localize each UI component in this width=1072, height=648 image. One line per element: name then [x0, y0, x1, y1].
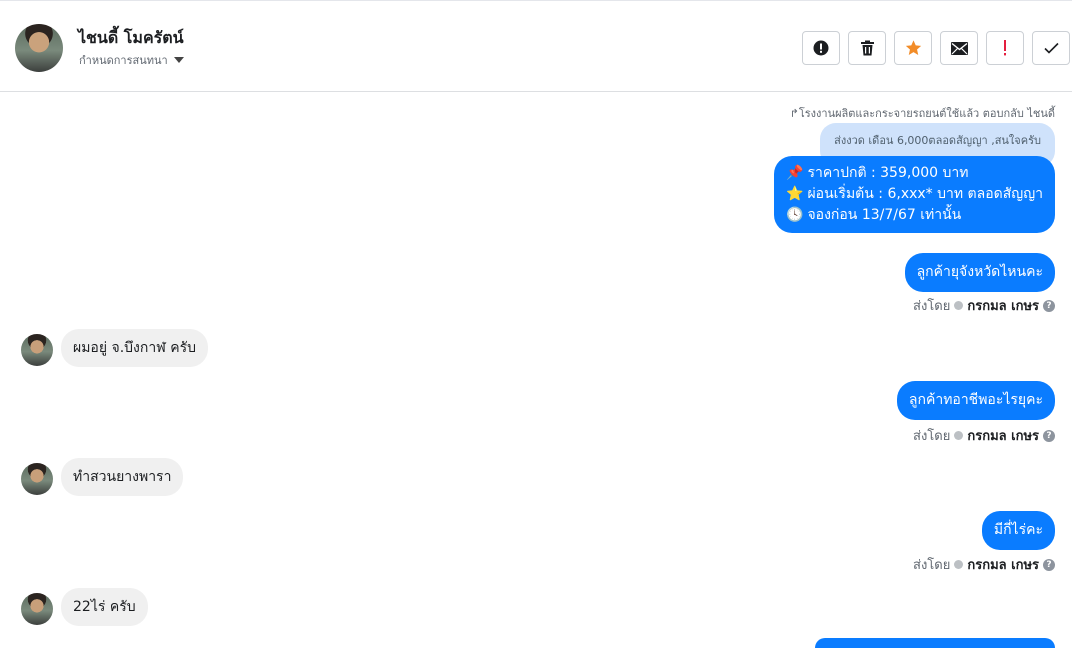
- incoming-message[interactable]: ทำสวนยางพารา: [61, 458, 184, 496]
- contact-avatar-small[interactable]: [21, 334, 53, 366]
- mark-unread-button[interactable]: [940, 31, 978, 65]
- promo-price: ราคาปกติ : 359,000 บาท: [807, 165, 969, 181]
- conversation-settings-label: กำหนดการสนทนา: [79, 54, 168, 67]
- clock-icon: 🕓: [786, 207, 804, 223]
- pushpin-icon: 📌: [786, 165, 804, 181]
- sender-name[interactable]: กรกมล เกษร: [967, 295, 1039, 316]
- outgoing-message[interactable]: มีกี่ไร่คะ: [981, 511, 1055, 550]
- conversation-settings-dropdown[interactable]: กำหนดการสนทนา: [79, 51, 184, 69]
- status-dot-icon: [954, 301, 964, 310]
- promo-installment: ผ่อนเริ่มต้น : 6,xxx* บาท ตลอดสัญญา: [807, 186, 1043, 202]
- outgoing-message[interactable]: ลูกค้าทอาชีพอะไรยุคะ: [896, 381, 1055, 420]
- alert-icon: [813, 40, 829, 56]
- sent-by-prefix: ส่งโดย: [913, 429, 951, 444]
- promo-line: ⭐ ผ่อนเริ่มต้น : 6,xxx* บาท ตลอดสัญญา: [786, 184, 1043, 205]
- sent-by-prefix: ส่งโดย: [913, 299, 951, 314]
- envelope-icon: [950, 41, 968, 55]
- status-dot-icon: [954, 431, 964, 440]
- contact-avatar[interactable]: [15, 24, 63, 72]
- outgoing-message[interactable]: ลูกค้ายุจังหวัดไหนคะ: [904, 253, 1055, 292]
- star-button[interactable]: [894, 31, 932, 65]
- status-dot-icon: [954, 560, 964, 569]
- star-icon: [905, 40, 922, 56]
- sender-name[interactable]: กรกมล เกษร: [967, 554, 1039, 575]
- chevron-down-icon: [173, 57, 184, 63]
- conversation-header: ไชนดี้ โมครัตน์ กำหนดการสนทนา: [0, 0, 1072, 92]
- reply-note: ↱โรงงานผลิตและกระจายรถยนต์ใช้แล้ว ตอบกลั…: [789, 107, 1055, 120]
- sent-by-label: ส่งโดย กรกมล เกษร ?: [913, 425, 1055, 446]
- mark-spam-button[interactable]: [802, 31, 840, 65]
- help-icon[interactable]: ?: [1043, 299, 1055, 312]
- outgoing-promo-message[interactable]: 📌 ราคาปกติ : 359,000 บาท ⭐ ผ่อนเริ่มต้น …: [774, 156, 1055, 233]
- sent-by-prefix: ส่งโดย: [913, 558, 951, 573]
- contact-avatar-small[interactable]: [21, 593, 53, 625]
- promo-line: 🕓 จองก่อน 13/7/67 เท่านั้น: [786, 205, 1043, 226]
- exclamation-icon: [1002, 40, 1008, 56]
- check-icon: [1043, 42, 1059, 54]
- contact-name[interactable]: ไชนดี้ โมครัตน์: [78, 26, 184, 51]
- incoming-message[interactable]: ผมอยู่ จ.บึงกาฬ ครับ: [61, 329, 208, 367]
- contact-avatar-small[interactable]: [21, 463, 53, 495]
- outgoing-message-partial[interactable]: [815, 638, 1055, 648]
- incoming-message[interactable]: 22ไร่ ครับ: [61, 588, 148, 626]
- star-icon: ⭐: [786, 186, 804, 202]
- promo-deadline: จองก่อน 13/7/67 เท่านั้น: [807, 207, 962, 223]
- help-icon[interactable]: ?: [1043, 429, 1055, 442]
- follow-up-button[interactable]: [986, 31, 1024, 65]
- trash-icon: [860, 40, 875, 56]
- help-icon[interactable]: ?: [1043, 558, 1055, 571]
- sent-by-label: ส่งโดย กรกมล เกษร ?: [913, 554, 1055, 575]
- message-thread[interactable]: ↱โรงงานผลิตและกระจายรถยนต์ใช้แล้ว ตอบกลั…: [0, 93, 1072, 648]
- action-toolbar: [802, 31, 1070, 65]
- mark-done-button[interactable]: [1032, 31, 1070, 65]
- promo-line: 📌 ราคาปกติ : 359,000 บาท: [786, 163, 1043, 184]
- sender-name[interactable]: กรกมล เกษร: [967, 425, 1039, 446]
- delete-button[interactable]: [848, 31, 886, 65]
- sent-by-label: ส่งโดย กรกมล เกษร ?: [913, 295, 1055, 316]
